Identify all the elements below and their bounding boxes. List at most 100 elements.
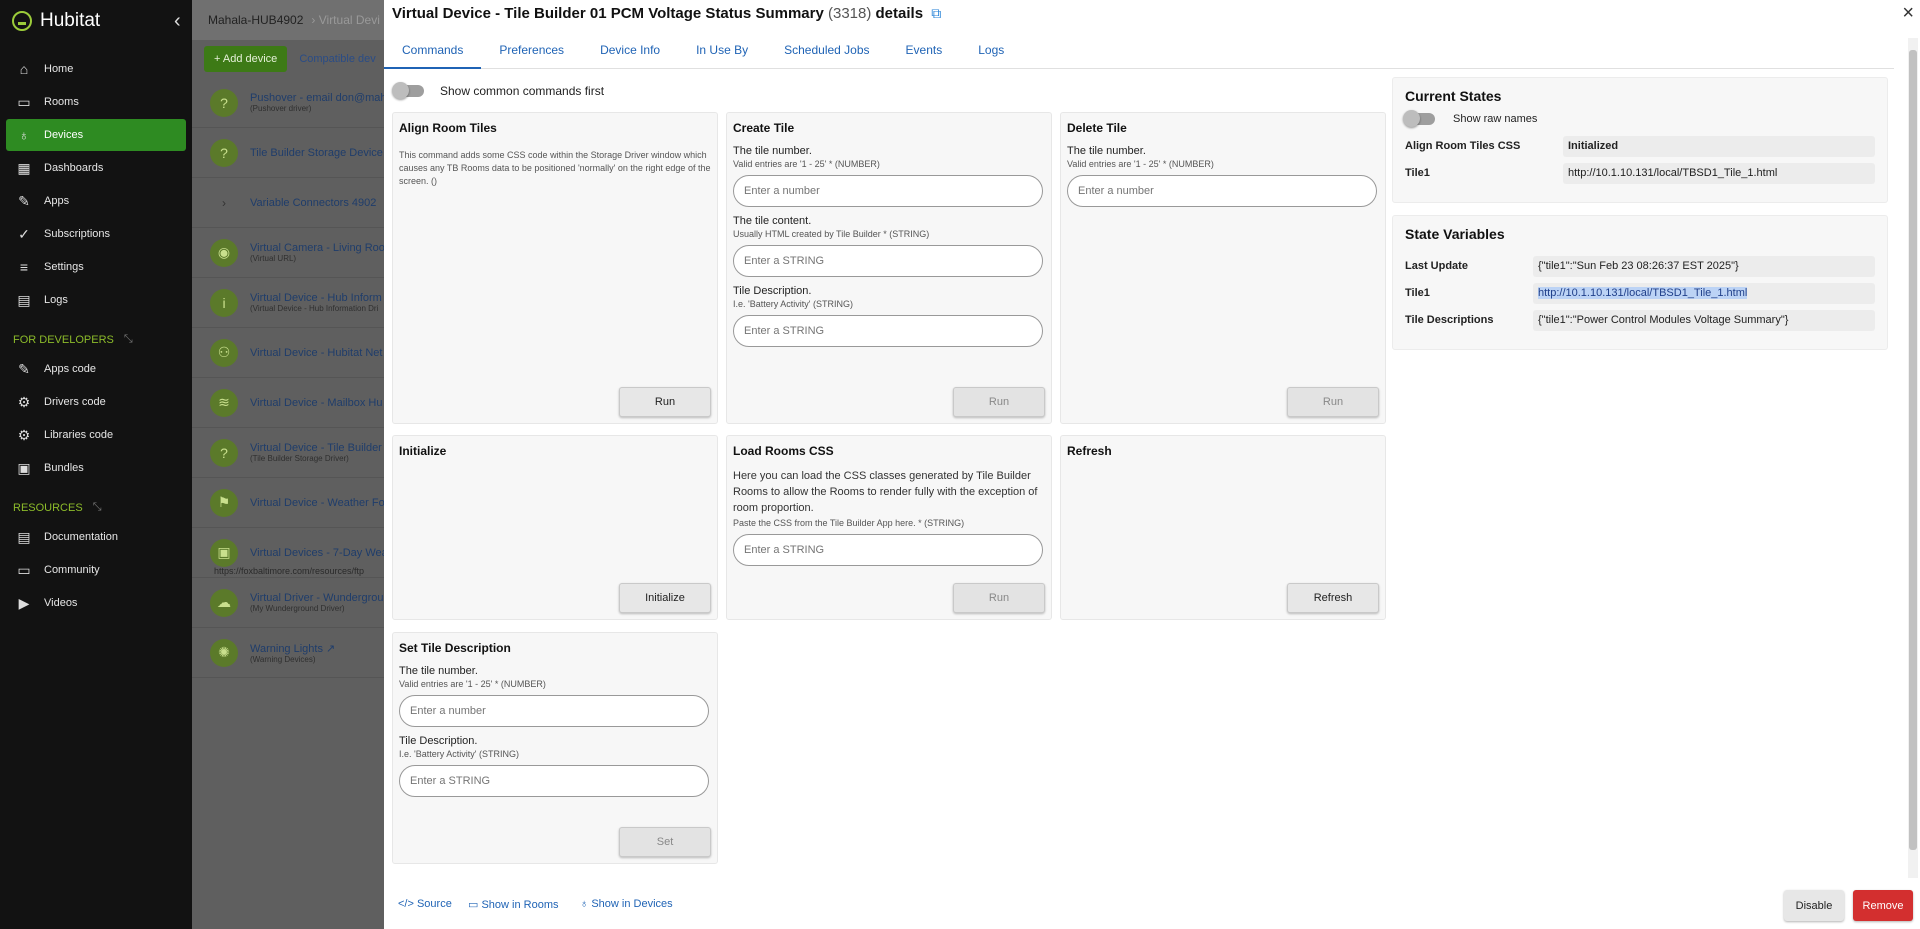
device-name[interactable]: Virtual Driver - Wundergrou [250, 592, 383, 604]
field-hint: Valid entries are '1 - 25' * (NUMBER) [733, 159, 880, 169]
sidebar-item-rooms[interactable]: ▭ Rooms [6, 86, 186, 118]
close-icon[interactable]: × [1902, 2, 1914, 25]
field-label: Tile Description. [733, 285, 812, 297]
state-row: Last Update {"tile1":"Sun Feb 23 08:26:3… [1405, 253, 1875, 279]
scrollbar-thumb[interactable] [1909, 50, 1917, 850]
device-name[interactable]: Virtual Devices - 7-Day Wea [250, 547, 384, 559]
device-name[interactable]: Variable Connectors 4902 [250, 197, 376, 209]
sidebar-item-documentation[interactable]: ▤ Documentation [6, 521, 186, 553]
library-icon: ⚙ [17, 426, 31, 443]
selected-variable-text[interactable]: http://10.1.10.131/local/TBSD1_Tile_1.ht… [1538, 286, 1748, 299]
list-item[interactable]: i Virtual Device - Hub Inform (Virtual Dev… [192, 278, 384, 328]
show-in-rooms-link[interactable]: ▭ Show in Rooms [468, 898, 559, 911]
list-item[interactable]: ☁ Virtual Driver - Wundergrou (My Wundergr… [192, 578, 384, 628]
list-item[interactable]: ? Tile Builder Storage Device [192, 128, 384, 178]
list-item[interactable]: ◉ Virtual Camera - Living Roo (Virtual URL… [192, 228, 384, 278]
show-in-devices-link[interactable]: ♁ Show in Devices [580, 898, 673, 910]
scrollbar[interactable] [1908, 38, 1918, 878]
expand-chevron-icon[interactable]: › [210, 196, 238, 210]
compatible-devices-link[interactable]: Compatible dev [299, 53, 375, 65]
delete-run-button[interactable]: Run [1287, 387, 1379, 417]
section-label: FOR DEVELOPERS [13, 333, 114, 346]
tile-description-input[interactable] [733, 315, 1043, 347]
set-button[interactable]: Set [619, 827, 711, 857]
sidebar-item-community[interactable]: ▭ Community [6, 554, 186, 586]
variable-name: Tile Descriptions [1405, 314, 1494, 326]
device-name[interactable]: Pushover - email don@mah [250, 92, 384, 104]
list-item[interactable]: ✺ Warning Lights ↗ (Warning Devices) [192, 628, 384, 678]
tab-events[interactable]: Events [888, 35, 961, 69]
initialize-button[interactable]: Initialize [619, 583, 711, 613]
tab-logs[interactable]: Logs [960, 35, 1022, 69]
command-title: Refresh [1067, 444, 1112, 458]
brand[interactable]: Hubitat ‹ [0, 0, 192, 42]
rooms-css-input[interactable] [733, 534, 1043, 566]
variable-name: Tile1 [1405, 287, 1430, 299]
sidebar-item-label: Videos [44, 597, 78, 609]
device-details-dialog: Virtual Device - Tile Builder 01 PCM Vol… [384, 0, 1920, 929]
load-css-run-button[interactable]: Run [953, 583, 1045, 613]
tile-number-input[interactable] [733, 175, 1043, 207]
list-item[interactable]: ⚇ Virtual Device - Hubitat Net [192, 328, 384, 378]
device-name[interactable]: Virtual Device - Hubitat Net [250, 347, 382, 359]
common-commands-toggle[interactable] [392, 82, 424, 99]
tab-in-use-by[interactable]: In Use By [678, 35, 766, 69]
raw-names-toggle[interactable] [1403, 110, 1435, 127]
breadcrumb-hub[interactable]: Mahala-HUB4902 [208, 13, 303, 27]
device-name[interactable]: Virtual Device - Hub Inform [250, 292, 382, 304]
sidebar-item-apps[interactable]: ✎ Apps [6, 185, 186, 217]
refresh-button[interactable]: Refresh [1287, 583, 1379, 613]
delete-tile-number-input[interactable] [1067, 175, 1377, 207]
sidebar-item-bundles[interactable]: ▣ Bundles [6, 452, 186, 484]
list-item[interactable]: ? Virtual Device - Tile Builder (Tile Buil… [192, 428, 384, 478]
tab-preferences[interactable]: Preferences [481, 35, 582, 69]
list-item[interactable]: › Variable Connectors 4902 [192, 178, 384, 228]
sidebar-item-logs[interactable]: ▤ Logs [6, 284, 186, 316]
external-link-icon[interactable]: ↗ [326, 643, 335, 655]
set-desc-tile-number-input[interactable] [399, 695, 709, 727]
device-name[interactable]: Virtual Camera - Living Roo [250, 242, 384, 254]
add-device-button[interactable]: + Add device [204, 46, 288, 72]
device-name[interactable]: Virtual Device - Mailbox Hu [250, 397, 382, 409]
list-item[interactable]: ? Pushover - email don@mah (Pushover drive… [192, 78, 384, 128]
dialog-footer: </> Source ▭ Show in Rooms ♁ Show in Dev… [384, 874, 1920, 929]
state-row: Tile1 http://10.1.10.131/local/TBSD1_Til… [1405, 280, 1875, 306]
sidebar-item-home[interactable]: ⌂ Home [6, 53, 186, 85]
sidebar-item-videos[interactable]: ▶ Videos [6, 587, 186, 619]
tab-commands[interactable]: Commands [384, 35, 482, 69]
collapse-sidebar-icon[interactable]: ‹ [174, 10, 181, 33]
field-label: Tile Description. [399, 735, 478, 747]
title-suffix: details [875, 5, 924, 22]
sidebar-item-label: Community [44, 564, 100, 576]
external-link-icon[interactable]: ⧉ [931, 5, 941, 21]
list-item[interactable]: ≋ Virtual Device - Mailbox Hu [192, 378, 384, 428]
list-item[interactable]: ⚑ Virtual Device - Weather Fo [192, 478, 384, 528]
source-link[interactable]: </> Source [398, 898, 452, 910]
sidebar-item-subscriptions[interactable]: ✓ Subscriptions [6, 218, 186, 250]
sidebar-item-devices[interactable]: ♁ Devices [6, 119, 186, 151]
dialog-title: Virtual Device - Tile Builder 01 PCM Vol… [392, 5, 941, 22]
tab-scheduled-jobs[interactable]: Scheduled Jobs [766, 35, 887, 69]
unpin-icon[interactable]: ⤡ [124, 333, 133, 346]
video-icon: ▶ [18, 594, 30, 611]
device-name[interactable]: Warning Lights ↗ [250, 642, 335, 655]
sidebar-item-settings[interactable]: ≡ Settings [6, 251, 186, 283]
disable-button[interactable]: Disable [1784, 890, 1844, 921]
command-description: Here you can load the CSS classes genera… [733, 470, 1038, 514]
align-run-button[interactable]: Run [619, 387, 711, 417]
tab-device-info[interactable]: Device Info [582, 35, 678, 69]
device-name[interactable]: Virtual Device - Weather Fo [250, 497, 384, 509]
remove-button[interactable]: Remove [1853, 890, 1913, 921]
device-name[interactable]: Tile Builder Storage Device [250, 147, 383, 159]
create-run-button[interactable]: Run [953, 387, 1045, 417]
set-desc-description-input[interactable] [399, 765, 709, 797]
unpin-icon[interactable]: ⤡ [93, 501, 102, 514]
sidebar-item-label: Logs [44, 294, 68, 306]
tile-content-input[interactable] [733, 245, 1043, 277]
sidebar-item-apps-code[interactable]: ✎ Apps code [6, 353, 186, 385]
sidebar-item-drivers-code[interactable]: ⚙ Drivers code [6, 386, 186, 418]
sidebar-item-libraries-code[interactable]: ⚙ Libraries code [6, 419, 186, 451]
sidebar-item-dashboards[interactable]: ▦ Dashboards [6, 152, 186, 184]
device-name[interactable]: Virtual Device - Tile Builder [250, 442, 382, 454]
breadcrumb-current: › Virtual Devi [311, 13, 380, 27]
